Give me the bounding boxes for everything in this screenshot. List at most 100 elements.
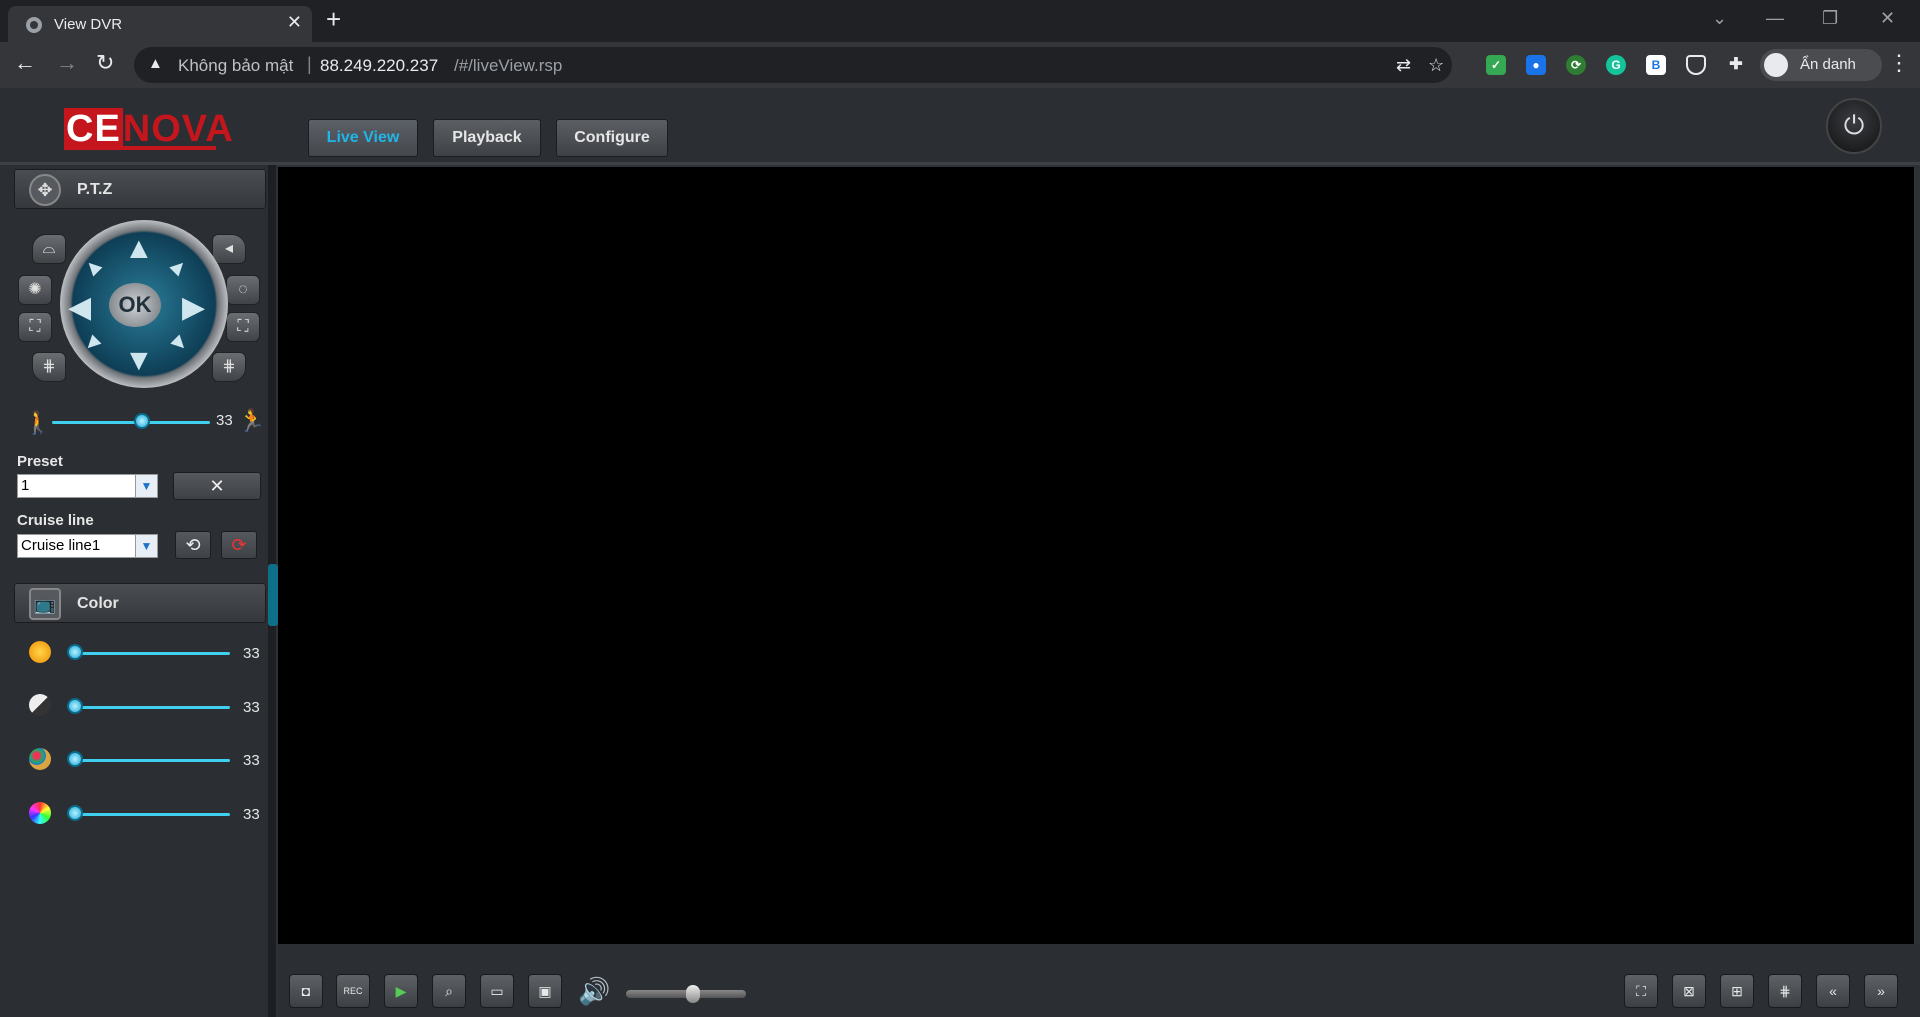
drop-extension-icon[interactable]: ●	[1526, 55, 1546, 75]
browser-menu-icon[interactable]: ⋮	[1888, 50, 1910, 76]
new-tab-button[interactable]: +	[326, 4, 341, 35]
preset-value: 1	[21, 477, 30, 494]
light-button[interactable]: ◂	[212, 234, 246, 264]
grammarly-extension-icon[interactable]: G	[1606, 55, 1626, 75]
ptz-icon: ✥	[29, 174, 61, 206]
contrast-knob[interactable]	[67, 698, 83, 714]
cruise-line-label: Cruise line	[17, 512, 94, 529]
close-window-view-button[interactable]: ⊠	[1672, 974, 1706, 1008]
hue-value: 33	[243, 806, 260, 823]
fullscreen-button[interactable]: ⛶	[1624, 974, 1658, 1008]
restore-button[interactable]: ❐	[1822, 8, 1838, 29]
address-bar[interactable]: ▲ Không bảo mật | 88.249.220.237 /#/live…	[134, 47, 1452, 83]
ptz-speed-knob[interactable]	[134, 413, 150, 429]
ptz-speed-slider[interactable]	[52, 421, 210, 424]
b-extension-icon[interactable]: B	[1646, 55, 1666, 75]
ptz-up-arrow[interactable]: ▲	[124, 232, 154, 266]
tab-live-view[interactable]: Live View	[308, 119, 418, 157]
power-button[interactable]: ⏻	[1826, 98, 1882, 154]
zoom-search-button[interactable]: ⌕	[432, 974, 466, 1008]
adblock-shield-icon[interactable]	[1686, 55, 1706, 75]
saturation-value: 33	[243, 752, 260, 769]
header-divider	[0, 162, 1920, 165]
bookmark-star-icon[interactable]: ☆	[1428, 55, 1444, 76]
walk-slow-icon: 🚶	[24, 410, 52, 435]
stop-cruise-button[interactable]: ⟳	[221, 531, 257, 559]
close-window-button[interactable]: ✕	[1880, 8, 1895, 29]
snapshot-button[interactable]: ◘	[289, 974, 323, 1008]
zoom-in-button[interactable]: ⛶	[226, 312, 260, 342]
ptz-title: P.T.Z	[77, 181, 113, 198]
collapse-sidebar-handle[interactable]	[268, 564, 278, 626]
ptz-left-arrow[interactable]: ◀	[68, 290, 91, 325]
monitor-button[interactable]: ▭	[480, 974, 514, 1008]
volume-icon[interactable]: 🔊	[578, 976, 610, 1007]
close-tab-icon[interactable]: ✕	[287, 12, 302, 33]
iris-close-button[interactable]: ✺	[18, 275, 52, 305]
saturation-slider[interactable]	[70, 759, 230, 762]
browser-tab[interactable]: View DVR ✕	[8, 6, 312, 42]
chevron-down-icon[interactable]: ▼	[135, 475, 157, 497]
export-button[interactable]: ▶	[384, 974, 418, 1008]
iris-open-button[interactable]: ◌	[226, 275, 260, 305]
preset-select[interactable]: 1 ▼	[17, 474, 158, 498]
run-fast-icon: 🏃	[238, 408, 266, 433]
record-button[interactable]: REC	[336, 974, 370, 1008]
ptz-down-arrow[interactable]: ▼	[124, 344, 154, 378]
next-page-button[interactable]: »	[1864, 974, 1898, 1008]
back-button[interactable]: ←	[14, 50, 36, 76]
ptz-ok-button[interactable]: OK	[109, 283, 161, 327]
incognito-profile-button[interactable]: Ẩn danh	[1760, 49, 1882, 81]
brightness-slider[interactable]	[70, 652, 230, 655]
saturation-knob[interactable]	[67, 751, 83, 767]
tab-title: View DVR	[54, 16, 123, 33]
volume-knob[interactable]	[686, 985, 700, 1003]
reload-button[interactable]: ↻	[96, 50, 114, 76]
browser-tabstrip: View DVR ✕ + ⌄ — ❐ ✕	[0, 0, 1920, 42]
previous-page-button[interactable]: «	[1816, 974, 1850, 1008]
globe-icon	[26, 17, 42, 33]
tab-search-icon[interactable]: ⌄	[1712, 8, 1727, 29]
url-path[interactable]: /#/liveView.rsp	[454, 56, 562, 76]
warning-icon[interactable]: ▲	[148, 55, 163, 72]
contrast-value: 33	[243, 699, 260, 716]
start-cruise-button[interactable]: ⟲	[175, 531, 211, 559]
contrast-icon	[29, 694, 51, 716]
extensions-puzzle-icon[interactable]: ✚	[1726, 55, 1746, 75]
wiper-button[interactable]: ⌓	[32, 234, 66, 264]
minimize-button[interactable]: —	[1766, 8, 1784, 29]
contrast-slider[interactable]	[70, 706, 230, 709]
color-panel-header[interactable]: 📺 Color	[14, 583, 266, 623]
focus-near-button[interactable]: ⋕	[32, 352, 66, 382]
ptz-panel-header[interactable]: ✥ P.T.Z	[14, 169, 266, 209]
live-video-view[interactable]	[278, 167, 1914, 944]
focus-far-button[interactable]: ⋕	[212, 352, 246, 382]
url-host[interactable]: 88.249.220.237	[320, 56, 438, 76]
forward-button[interactable]: →	[56, 50, 78, 76]
brightness-icon	[29, 641, 51, 663]
hue-slider[interactable]	[70, 813, 230, 816]
video-toolbar: ◘ REC ▶ ⌕ ▭ ▣ 🔊 ⛶ ⊠ ⊞ ⋕ « »	[278, 944, 1920, 1017]
zoom-out-button[interactable]: ⛶	[18, 312, 52, 342]
ptz-right-arrow[interactable]: ▶	[182, 290, 205, 325]
chevron-down-icon[interactable]: ▼	[135, 535, 157, 557]
palette-icon	[29, 748, 51, 770]
brightness-knob[interactable]	[67, 644, 83, 660]
profile-label: Ẩn danh	[1800, 56, 1856, 73]
translate-icon[interactable]: ⇄	[1396, 55, 1411, 76]
url-separator: |	[307, 54, 312, 74]
tab-playback[interactable]: Playback	[433, 119, 541, 157]
security-label[interactable]: Không bảo mật	[178, 56, 293, 76]
goto-preset-button[interactable]: ✕	[173, 472, 261, 500]
shield-extension-icon[interactable]: ✓	[1486, 55, 1506, 75]
incognito-icon	[1764, 53, 1788, 77]
layout-4-button[interactable]: ⊞	[1720, 974, 1754, 1008]
hue-icon	[29, 802, 51, 824]
leaf-extension-icon[interactable]: ⟳	[1566, 55, 1586, 75]
tab-configure[interactable]: Configure	[556, 119, 668, 157]
cruise-line-select[interactable]: Cruise line1 ▼	[17, 534, 158, 558]
hue-knob[interactable]	[67, 805, 83, 821]
layout-9-button[interactable]: ⋕	[1768, 974, 1802, 1008]
image-button[interactable]: ▣	[528, 974, 562, 1008]
preset-label: Preset	[17, 453, 63, 470]
